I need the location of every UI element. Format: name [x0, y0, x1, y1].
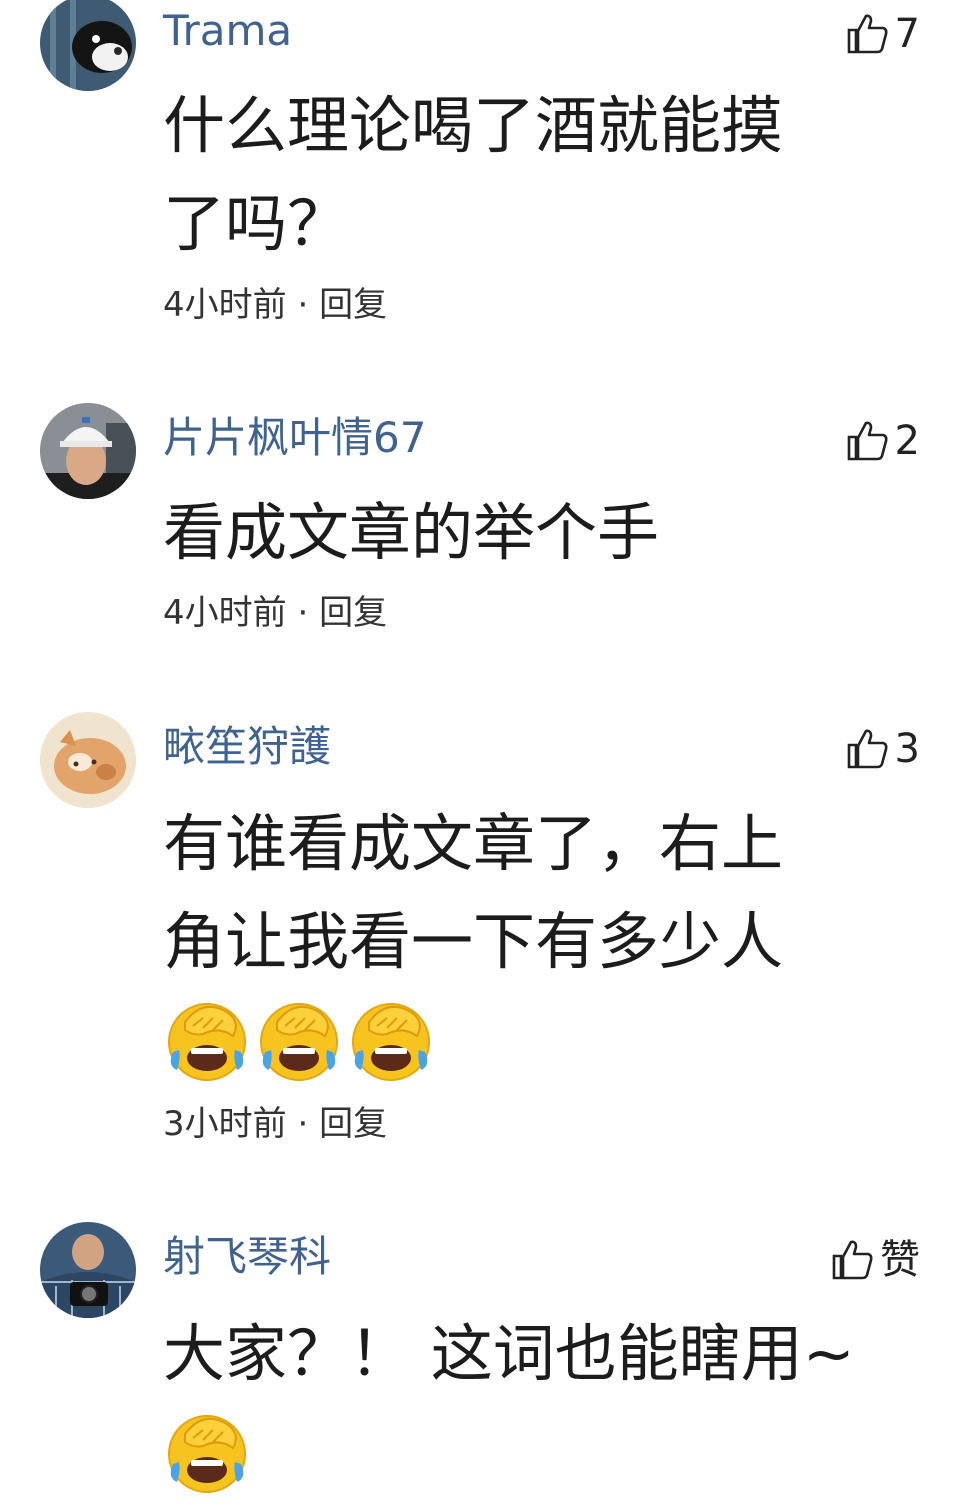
- thumbs-up-icon: [847, 729, 888, 769]
- emoji-row: [163, 996, 435, 1086]
- username[interactable]: 射飞琴科: [163, 1232, 331, 1282]
- comment-meta: 4小时前 · 回复: [163, 285, 387, 325]
- like-count: 3: [894, 726, 920, 772]
- face-palm-laughing-emoji: [260, 1003, 338, 1081]
- username[interactable]: Trama: [163, 6, 292, 56]
- username[interactable]: 片片枫叶情67: [163, 413, 426, 463]
- comment-text-line: 有谁看成文章了，右上: [163, 807, 784, 880]
- comment-meta: 3小时前 · 回复: [163, 1104, 387, 1144]
- emoji-row: [163, 1408, 251, 1498]
- avatar-cat-icon: [40, 712, 136, 808]
- like-button[interactable]: 3: [845, 724, 920, 774]
- separator: ·: [286, 1104, 320, 1144]
- thumbs-up-icon: [847, 421, 888, 461]
- avatar-person-helmet-icon: [40, 403, 136, 499]
- comment-text-line: 大家？！ 这词也能瞎用~: [163, 1317, 855, 1390]
- like-button[interactable]: 赞: [830, 1235, 920, 1285]
- username[interactable]: 畩笙狩護: [163, 722, 331, 772]
- like-count: 7: [894, 11, 920, 57]
- comment-text-line: 看成文章的举个手: [163, 496, 660, 569]
- timestamp: 4小时前: [163, 593, 287, 633]
- like-count: 2: [894, 418, 920, 464]
- avatar[interactable]: [40, 1222, 136, 1318]
- timestamp: 3小时前: [163, 1104, 287, 1144]
- comment-text-line: 什么理论喝了酒就能摸: [163, 89, 784, 162]
- comment-text: 什么理论喝了酒就能摸 了吗？: [163, 77, 903, 273]
- face-palm-laughing-emoji: [168, 1003, 246, 1081]
- avatar[interactable]: [40, 712, 136, 808]
- comment-text: 看成文章的举个手: [163, 484, 903, 582]
- avatar[interactable]: [40, 403, 136, 499]
- like-button[interactable]: 7: [845, 9, 920, 59]
- thumbs-up-icon: [832, 1240, 873, 1280]
- avatar[interactable]: [40, 0, 136, 91]
- thumbs-up-icon: [847, 14, 888, 54]
- avatar-animal-icon: [40, 0, 136, 91]
- comment-text: 有谁看成文章了，右上 角让我看一下有多少人: [163, 795, 903, 991]
- comment-text-line: 角让我看一下有多少人: [163, 905, 784, 978]
- comment-text: 大家？！ 这词也能瞎用~: [163, 1305, 903, 1403]
- comment-text-line: 了吗？: [163, 187, 350, 260]
- face-palm-laughing-emoji: [168, 1415, 246, 1493]
- separator: ·: [286, 285, 320, 325]
- avatar-person-camera-icon: [40, 1222, 136, 1318]
- comment-meta: 4小时前 · 回复: [163, 593, 387, 633]
- reply-button[interactable]: 回复: [319, 1104, 387, 1144]
- reply-button[interactable]: 回复: [319, 593, 387, 633]
- face-palm-laughing-emoji: [352, 1003, 430, 1081]
- timestamp: 4小时前: [163, 285, 287, 325]
- separator: ·: [286, 593, 320, 633]
- like-label: 赞: [880, 1237, 920, 1283]
- like-button[interactable]: 2: [845, 416, 920, 466]
- reply-button[interactable]: 回复: [319, 285, 387, 325]
